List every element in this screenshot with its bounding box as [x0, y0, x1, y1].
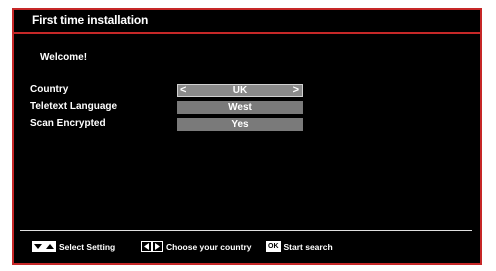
- scan-encrypted-selector[interactable]: Yes: [177, 118, 303, 131]
- down-arrow-key-icon: [32, 241, 44, 252]
- title-bar: First time installation: [12, 8, 482, 34]
- ok-key-icon: OK: [266, 241, 281, 252]
- up-arrow-key-icon: [44, 241, 56, 252]
- start-search-hint: Start search: [283, 241, 333, 252]
- chevron-right-icon[interactable]: >: [293, 84, 299, 96]
- teletext-language-label: Teletext Language: [30, 101, 118, 112]
- teletext-language-selector[interactable]: West: [177, 101, 303, 114]
- country-selector[interactable]: < UK >: [177, 84, 303, 97]
- country-label: Country: [30, 84, 69, 95]
- scan-encrypted-value: Yes: [231, 119, 249, 130]
- teletext-language-value: West: [228, 102, 252, 113]
- footer-select-setting: Select Setting: [32, 241, 115, 252]
- select-setting-hint: Select Setting: [59, 241, 116, 252]
- footer-divider: [20, 230, 472, 231]
- chevron-left-icon[interactable]: <: [180, 84, 186, 96]
- right-arrow-key-icon: [152, 241, 163, 252]
- country-value: UK: [232, 85, 248, 96]
- footer-start-search: OK Start search: [266, 241, 333, 252]
- page-title: First time installation: [32, 13, 149, 27]
- choose-country-hint: Choose your country: [166, 241, 252, 252]
- welcome-message: Welcome!: [40, 52, 88, 63]
- footer-choose-country: Choose your country: [141, 241, 251, 252]
- left-arrow-key-icon: [141, 241, 152, 252]
- scan-encrypted-label: Scan Encrypted: [30, 118, 106, 129]
- installation-screen: [12, 8, 482, 265]
